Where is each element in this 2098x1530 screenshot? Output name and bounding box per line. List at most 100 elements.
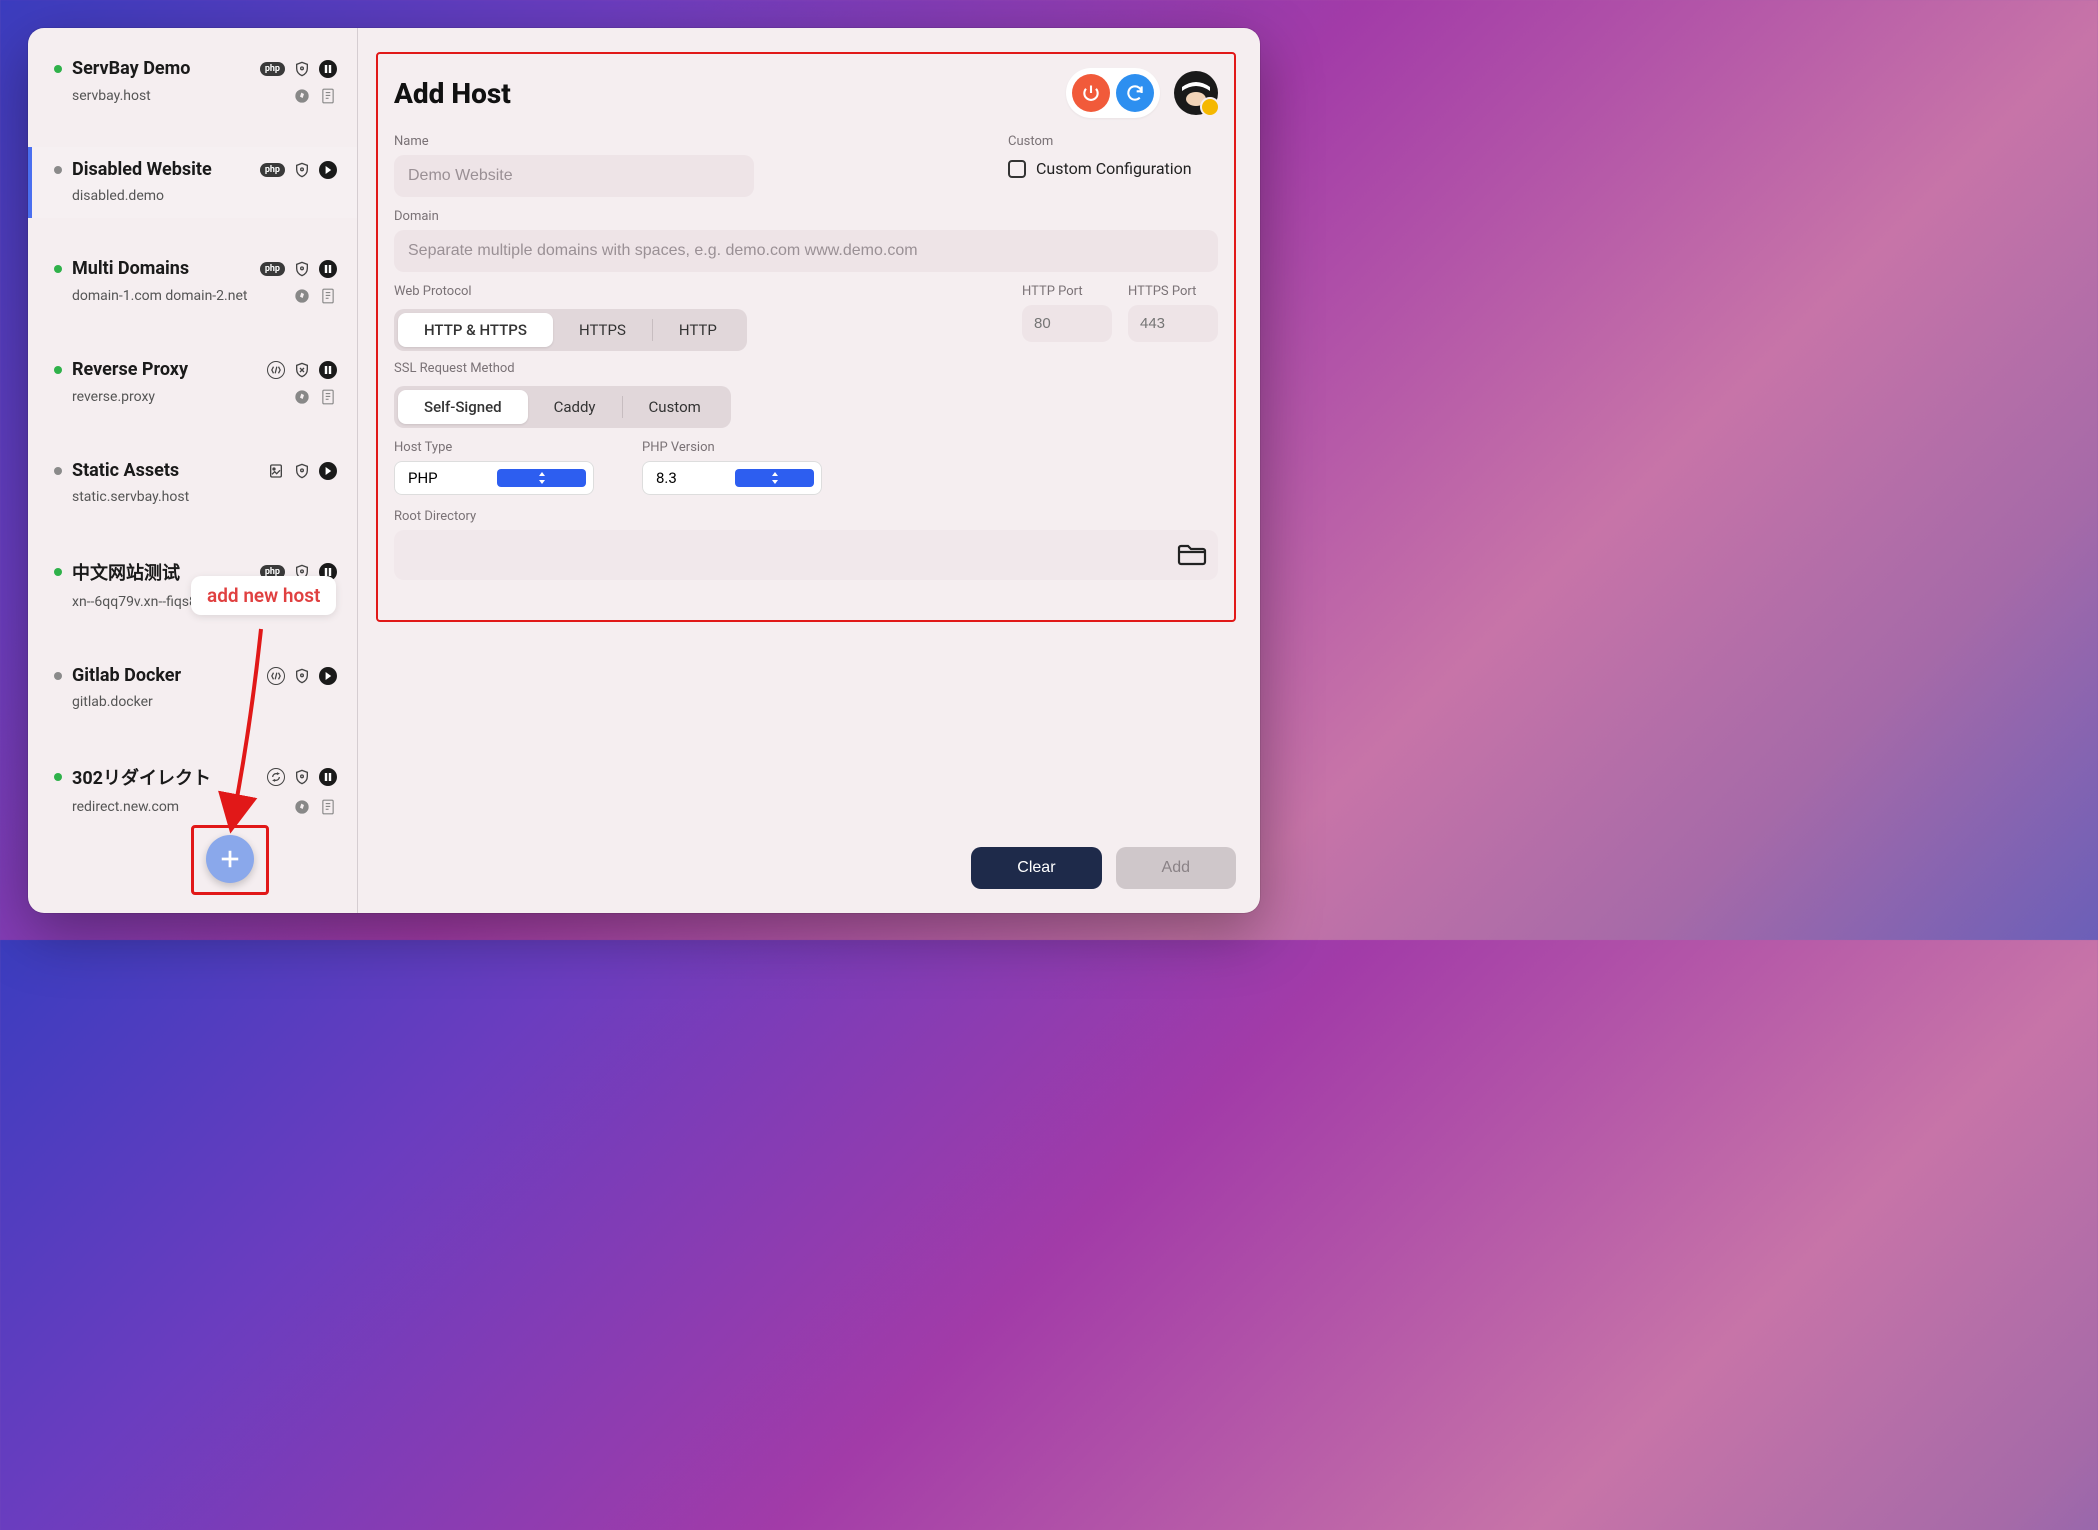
host-domain: servbay.host [72, 88, 293, 104]
footer: Clear Add [971, 847, 1236, 889]
name-input[interactable] [394, 155, 754, 197]
host-domain: xn--6qq79v.xn--fiqs8s [72, 594, 293, 610]
shield-icon [293, 768, 311, 786]
host-name: ServBay Demo [72, 58, 260, 79]
host-name: 中文网站测试 [72, 559, 260, 585]
redirect-badge-icon [267, 768, 285, 786]
pause-icon[interactable] [319, 361, 337, 379]
root-dir-input[interactable] [398, 534, 1166, 576]
status-dot-icon [54, 366, 62, 374]
host-name: 302リダイレクト [72, 764, 267, 790]
pause-icon[interactable] [319, 60, 337, 78]
host-item[interactable]: Disabled Website php disabled.demo [28, 147, 357, 218]
ssl-option-selfsigned[interactable]: Self-Signed [398, 390, 528, 424]
folder-icon [1176, 542, 1208, 568]
host-item[interactable]: Multi Domains php domain-1.com domain-2.… [28, 246, 357, 319]
host-item[interactable]: ServBay Demo php servbay.host [28, 46, 357, 119]
sidebar: ServBay Demo php servbay.host Disabled W… [28, 28, 358, 913]
compass-icon[interactable] [293, 87, 311, 105]
add-host-button[interactable] [206, 835, 254, 883]
ssl-option-caddy[interactable]: Caddy [528, 390, 622, 424]
root-dir-label: Root Directory [394, 509, 1218, 524]
protocol-option-https[interactable]: HTTPS [553, 313, 652, 347]
pause-icon[interactable] [319, 260, 337, 278]
note-icon[interactable] [319, 593, 337, 611]
chevron-updown-icon [497, 469, 586, 487]
domain-label: Domain [394, 209, 1218, 224]
clear-button[interactable]: Clear [971, 847, 1101, 889]
play-icon[interactable] [319, 462, 337, 480]
compass-icon[interactable] [293, 388, 311, 406]
note-icon[interactable] [319, 287, 337, 305]
shield-x-icon [293, 361, 311, 379]
host-name: Static Assets [72, 460, 267, 481]
shield-icon [293, 260, 311, 278]
host-domain: gitlab.docker [72, 694, 337, 710]
refresh-icon [1125, 83, 1145, 103]
add-button[interactable]: Add [1116, 847, 1236, 889]
ssl-label: SSL Request Method [394, 361, 1218, 376]
note-icon[interactable] [319, 388, 337, 406]
refresh-button[interactable] [1116, 74, 1154, 112]
play-icon[interactable] [319, 667, 337, 685]
host-domain: static.servbay.host [72, 489, 337, 505]
note-icon[interactable] [319, 798, 337, 816]
host-item[interactable]: Gitlab Docker gitlab.docker [28, 653, 357, 724]
php-version-select[interactable]: 8.3 [642, 461, 822, 495]
host-domain: domain-1.com domain-2.net [72, 288, 293, 304]
host-type-label: Host Type [394, 440, 594, 455]
main-panel: Add Host [358, 28, 1260, 913]
protocol-segmented: HTTP & HTTPS HTTPS HTTP [394, 309, 747, 351]
status-dot-icon [54, 65, 62, 73]
host-item[interactable]: 中文网站测试 php xn--6qq79v.xn--fiqs8s [28, 547, 357, 625]
host-item[interactable]: Static Assets static.servbay.host [28, 448, 357, 519]
host-name: Reverse Proxy [72, 359, 267, 380]
pause-icon[interactable] [319, 768, 337, 786]
power-icon [1081, 83, 1101, 103]
host-name: Multi Domains [72, 258, 260, 279]
protocol-option-http[interactable]: HTTP [653, 313, 743, 347]
app-window: ServBay Demo php servbay.host Disabled W… [28, 28, 1260, 913]
host-domain: redirect.new.com [72, 799, 293, 815]
php-badge-icon: php [260, 262, 285, 276]
status-dot-icon [54, 265, 62, 273]
shield-icon [293, 667, 311, 685]
pause-icon[interactable] [319, 563, 337, 581]
host-domain: reverse.proxy [72, 389, 293, 405]
compass-icon[interactable] [293, 798, 311, 816]
protocol-label: Web Protocol [394, 284, 998, 299]
protocol-option-both[interactable]: HTTP & HTTPS [398, 313, 553, 347]
https-port-input[interactable] [1128, 305, 1218, 342]
host-item[interactable]: 302リダイレクト redirect.new.com [28, 752, 357, 830]
php-version-label: PHP Version [642, 440, 822, 455]
domain-input[interactable] [394, 230, 1218, 272]
host-type-select[interactable]: PHP [394, 461, 594, 495]
http-port-input[interactable] [1022, 305, 1112, 342]
host-name: Gitlab Docker [72, 665, 267, 686]
host-type-value: PHP [408, 469, 497, 487]
avatar[interactable] [1174, 71, 1218, 115]
static-badge-icon [267, 462, 285, 480]
proxy-badge-icon [267, 361, 285, 379]
note-icon[interactable] [319, 87, 337, 105]
status-dot-icon [54, 568, 62, 576]
custom-label: Custom [1008, 134, 1218, 149]
folder-browse-button[interactable] [1176, 542, 1210, 568]
shield-icon [293, 563, 311, 581]
shield-icon [293, 60, 311, 78]
avatar-icon [1176, 73, 1216, 113]
shield-icon [293, 161, 311, 179]
custom-config-label: Custom Configuration [1036, 159, 1192, 178]
http-port-label: HTTP Port [1022, 284, 1112, 299]
php-version-value: 8.3 [656, 469, 735, 487]
host-domain: disabled.demo [72, 188, 337, 204]
host-item[interactable]: Reverse Proxy reverse.proxy [28, 347, 357, 420]
compass-icon[interactable] [293, 287, 311, 305]
ssl-option-custom[interactable]: Custom [623, 390, 727, 424]
compass-icon[interactable] [293, 593, 311, 611]
custom-config-checkbox[interactable] [1008, 160, 1026, 178]
power-button[interactable] [1072, 74, 1110, 112]
name-label: Name [394, 134, 984, 149]
play-icon[interactable] [319, 161, 337, 179]
status-dot-icon [54, 672, 62, 680]
